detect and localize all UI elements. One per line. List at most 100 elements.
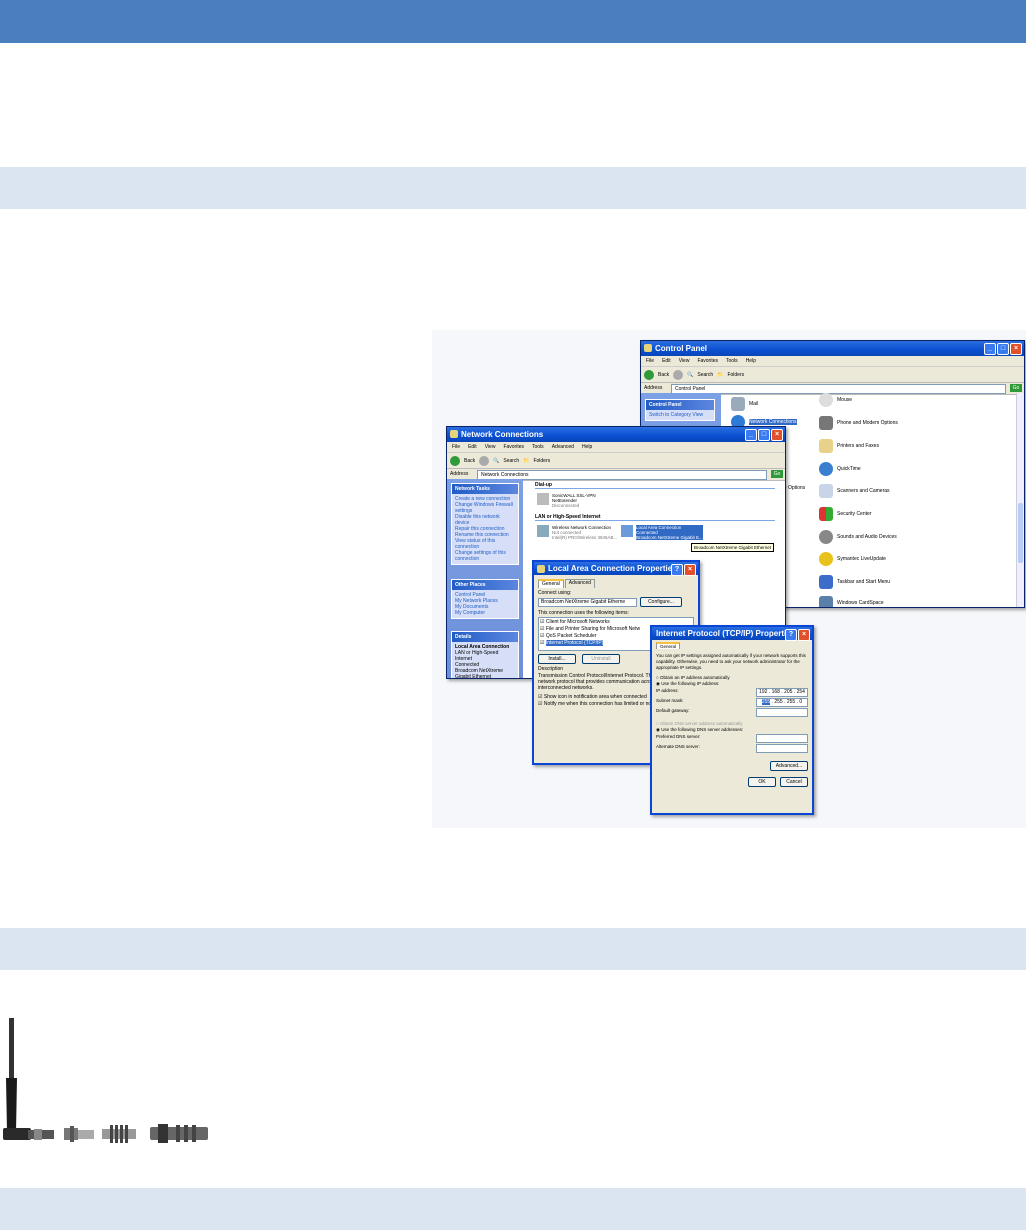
scanner-icon: [819, 484, 833, 498]
minimize-button[interactable]: _: [984, 343, 996, 355]
use-dns-radio[interactable]: ◉ Use the following DNS server addresses…: [656, 727, 808, 733]
wireless-computer-icon: [537, 525, 549, 537]
lan-computer-icon: [621, 525, 633, 537]
detail-type: LAN or High-Speed Internet: [455, 650, 499, 662]
search-icon[interactable]: 🔍: [687, 372, 693, 378]
connector-long-icon: [150, 1124, 208, 1143]
folders-button[interactable]: Folders: [727, 372, 744, 378]
task-link[interactable]: Disable this network device: [455, 514, 515, 526]
control-panel-toolbar: Back 🔍 Search 📁 Folders: [641, 367, 1024, 383]
preferred-dns-field[interactable]: [756, 734, 808, 743]
menu-help[interactable]: Help: [582, 444, 592, 450]
back-button[interactable]: Back: [464, 458, 475, 464]
uninstall-button[interactable]: Uninstall: [582, 654, 620, 664]
section-band-1: [0, 167, 1026, 209]
screenshot-figure: Control Panel _ □ × File Edit View Favorites T…: [432, 330, 1026, 828]
minimize-button[interactable]: _: [745, 429, 757, 441]
lan-properties-icon: [537, 565, 545, 573]
gateway-field[interactable]: [756, 708, 808, 717]
wireless-connection[interactable]: Wireless Network Connection Not connected…: [537, 525, 617, 540]
cp-item-mouse[interactable]: Mouse: [819, 393, 852, 407]
search-button[interactable]: Search: [503, 458, 519, 464]
menu-tools[interactable]: Tools: [532, 444, 544, 450]
advanced-button[interactable]: Advanced...: [770, 761, 808, 771]
detail-device: Broadcom NetXtreme Gigabit Ethernet: [455, 668, 504, 679]
ok-button[interactable]: OK: [748, 777, 776, 787]
cardspace-icon: [819, 596, 833, 607]
gateway-row: Default gateway:: [656, 708, 808, 717]
device-tooltip: Broadcom NetXtreme Gigabit Ethernet: [691, 543, 775, 552]
cp-item-phone-modem[interactable]: Phone and Modem Options: [819, 416, 898, 430]
forward-arrow-icon[interactable]: [479, 455, 490, 466]
search-icon[interactable]: 🔍: [493, 458, 499, 464]
section-band-3: [0, 1188, 1026, 1230]
switch-view-link[interactable]: Switch to Category View: [649, 412, 703, 418]
connect-using-label: Connect using:: [538, 590, 572, 596]
cp-item-sounds[interactable]: Sounds and Audio Devices: [819, 530, 897, 544]
task-link[interactable]: View status of this connection: [455, 538, 515, 550]
ip-address-field[interactable]: 192 . 168 . 205 . 254: [756, 688, 808, 697]
close-button[interactable]: ×: [771, 429, 783, 441]
items-label: This connection uses the following items…: [538, 610, 629, 616]
subnet-mask-field[interactable]: 255 . 255 . 255 . 0: [756, 698, 808, 707]
menu-view[interactable]: View: [485, 444, 496, 450]
cp-item-security[interactable]: Security Center: [819, 507, 871, 521]
menu-advanced[interactable]: Advanced: [552, 444, 574, 450]
forward-arrow-icon[interactable]: [673, 369, 684, 380]
go-button[interactable]: Go: [771, 470, 783, 478]
cancel-button[interactable]: Cancel: [780, 777, 808, 787]
back-arrow-icon[interactable]: [450, 455, 460, 466]
cp-item-mail[interactable]: Mail: [731, 397, 758, 411]
tab-general[interactable]: General: [538, 579, 564, 588]
cp-item-taskbar[interactable]: Taskbar and Start Menu: [819, 575, 890, 589]
menu-edit[interactable]: Edit: [662, 358, 671, 364]
help-button[interactable]: ?: [671, 564, 683, 576]
cp-item-cardspace[interactable]: Windows CardSpace: [819, 596, 884, 607]
folder-icon[interactable]: 📁: [523, 458, 529, 464]
menu-file[interactable]: File: [452, 444, 460, 450]
lan-connection[interactable]: Local Area Connection Connected Broadcom N…: [621, 525, 703, 540]
use-ip-radio[interactable]: ◉ Use the following IP address:: [656, 681, 808, 687]
back-button[interactable]: Back: [658, 372, 669, 378]
install-button[interactable]: Install...: [538, 654, 576, 664]
control-panel-scrollbar[interactable]: [1016, 393, 1024, 607]
printer-icon: [819, 439, 833, 453]
folder-icon[interactable]: 📁: [717, 372, 723, 378]
details-title: Details: [452, 632, 518, 642]
menu-edit[interactable]: Edit: [468, 444, 477, 450]
other-places-title: Other Places: [452, 580, 518, 590]
place-link[interactable]: My Computer: [455, 610, 515, 616]
cp-item-scanners[interactable]: Scanners and Cameras: [819, 484, 890, 498]
folders-button[interactable]: Folders: [533, 458, 550, 464]
back-arrow-icon[interactable]: [644, 369, 654, 380]
close-button[interactable]: ×: [1010, 343, 1022, 355]
tab-general[interactable]: General: [656, 642, 681, 649]
task-link[interactable]: Change Windows Firewall settings: [455, 502, 515, 514]
mask-row: Subnet mask: 255 . 255 . 255 . 0: [656, 698, 808, 707]
menu-file[interactable]: File: [646, 358, 654, 364]
cp-item-quicktime[interactable]: QuickTime: [819, 462, 861, 476]
antenna-icon: [3, 1018, 54, 1140]
cp-item-liveupdate[interactable]: Symantec LiveUpdate: [819, 552, 886, 566]
go-button[interactable]: Go: [1010, 384, 1022, 392]
help-button[interactable]: ?: [785, 629, 797, 641]
menu-help[interactable]: Help: [746, 358, 756, 364]
alternate-dns-field[interactable]: [756, 744, 808, 753]
menu-tools[interactable]: Tools: [726, 358, 738, 364]
maximize-button[interactable]: □: [997, 343, 1009, 355]
menu-view[interactable]: View: [679, 358, 690, 364]
maximize-button[interactable]: □: [758, 429, 770, 441]
section-band-2: [0, 928, 1026, 970]
tab-advanced[interactable]: Advanced: [564, 579, 596, 588]
task-link[interactable]: Change settings of this connection: [455, 550, 515, 562]
close-button[interactable]: ×: [684, 564, 696, 576]
search-button[interactable]: Search: [697, 372, 713, 378]
menu-favorites[interactable]: Favorites: [697, 358, 718, 364]
address-label: Address: [644, 385, 663, 391]
menu-favorites[interactable]: Favorites: [503, 444, 524, 450]
configure-button[interactable]: Configure...: [640, 597, 682, 607]
close-button[interactable]: ×: [798, 629, 810, 641]
cp-item-printers[interactable]: Printers and Faxes: [819, 439, 879, 453]
dialup-connection[interactable]: SonicWALL SSL-VPN NetExtender Disconnected: [537, 493, 596, 508]
control-panel-icon: [644, 344, 652, 352]
